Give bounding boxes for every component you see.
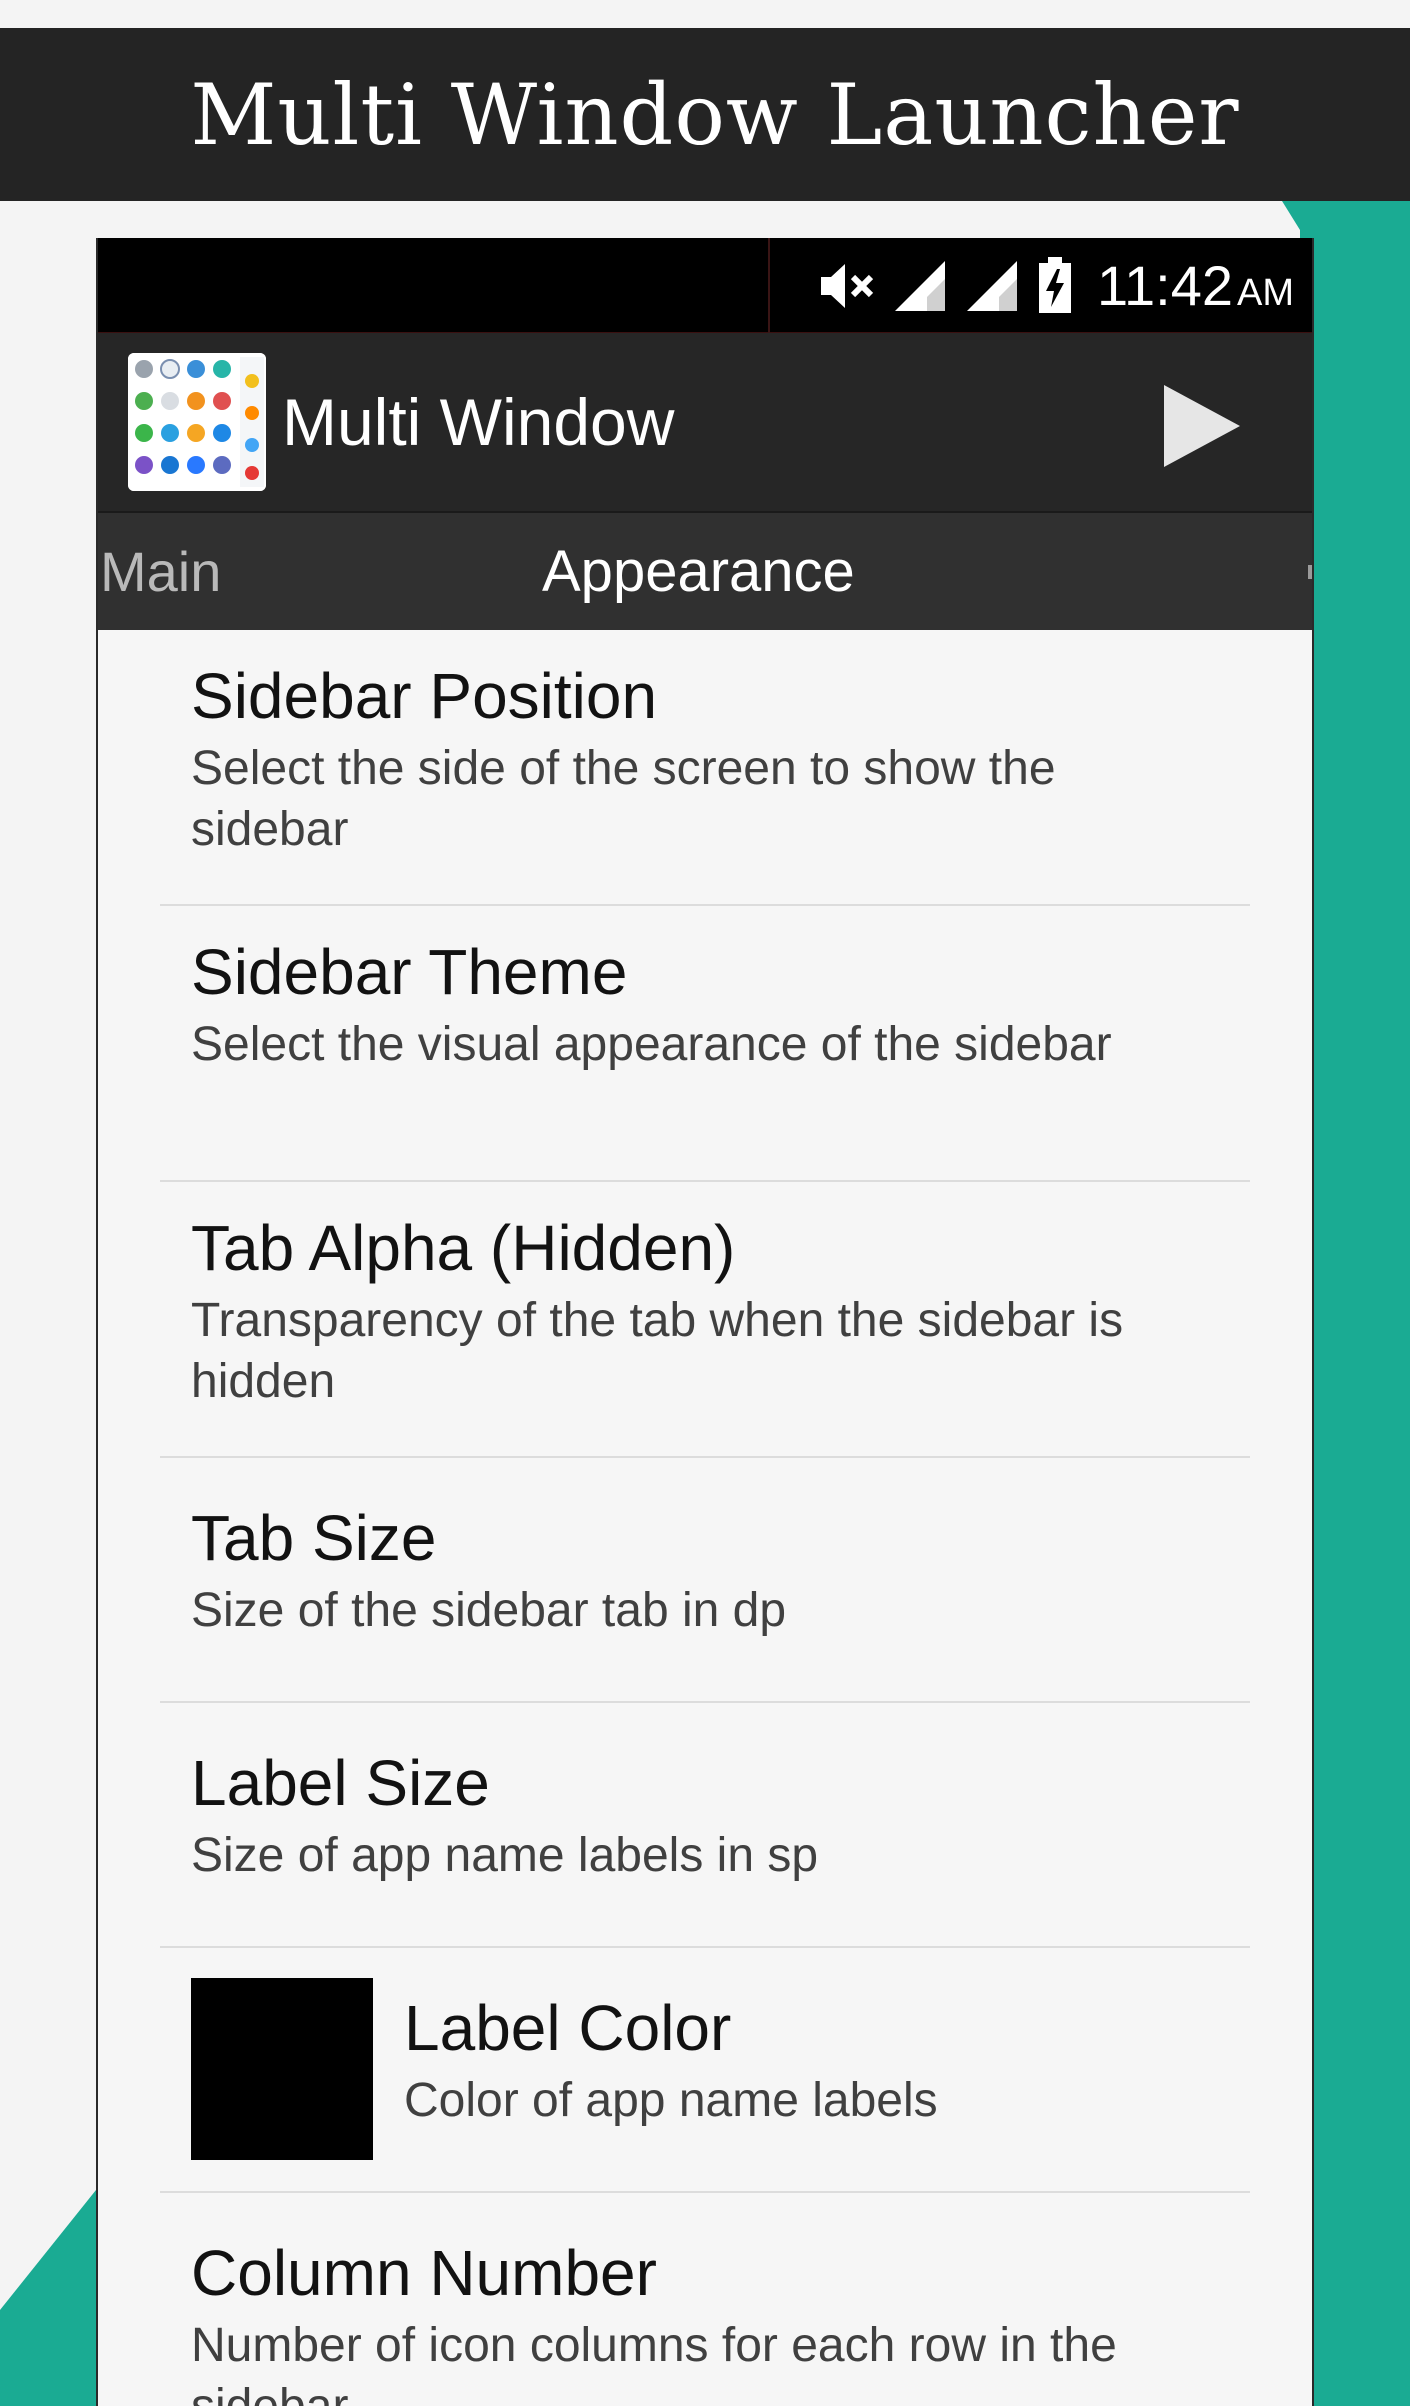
pref-tab-alpha[interactable]: Tab Alpha (Hidden) Transparency of the t…	[160, 1182, 1250, 1458]
pref-title: Label Color	[404, 1992, 732, 2064]
pref-summary: Size of the sidebar tab in dp	[191, 1584, 787, 1637]
phone-screen: 11:42 AM Multi Window Main Appearance Si…	[96, 238, 1314, 2406]
signal-icon	[895, 260, 946, 311]
status-icons: 11:42 AM	[817, 238, 1294, 333]
app-launcher-icon[interactable]	[128, 353, 266, 491]
pref-title: Column Number	[191, 2237, 657, 2309]
promo-banner: Multi Window Launcher	[0, 28, 1410, 201]
status-time: 11:42 AM	[1097, 254, 1294, 317]
banner-title: Multi Window Launcher	[190, 65, 1240, 164]
pref-title: Tab Alpha (Hidden)	[191, 1212, 736, 1284]
status-bar: 11:42 AM	[98, 238, 1312, 333]
pref-summary: Color of app name labels	[404, 2074, 938, 2127]
pref-title: Sidebar Position	[191, 660, 658, 732]
action-bar: Multi Window	[98, 333, 1312, 513]
app-grid-icon	[128, 353, 266, 491]
pref-title: Label Size	[191, 1747, 490, 1819]
battery-charging-icon	[1039, 256, 1072, 313]
mute-icon	[821, 263, 874, 308]
app-title: Multi Window	[282, 385, 675, 459]
tab-appearance[interactable]: Appearance	[542, 513, 855, 630]
signal-icon	[967, 260, 1018, 311]
pref-summary: Select the side of the screen to show th…	[191, 742, 1056, 856]
pref-sidebar-position[interactable]: Sidebar Position Select the side of the …	[160, 630, 1250, 906]
status-ampm: AM	[1237, 272, 1294, 314]
pref-sidebar-theme[interactable]: Sidebar Theme Select the visual appearan…	[160, 906, 1250, 1182]
tab-main[interactable]: Main	[100, 513, 221, 630]
pref-summary: Number of icon columns for each row in t…	[191, 2319, 1117, 2406]
play-icon[interactable]	[1162, 383, 1242, 469]
status-divider	[768, 238, 770, 333]
preference-list: Sidebar Position Select the side of the …	[98, 630, 1312, 2406]
pref-tab-size[interactable]: Tab Size Size of the sidebar tab in dp	[160, 1458, 1250, 1703]
pref-summary: Size of app name labels in sp	[191, 1829, 819, 1882]
pref-summary: Transparency of the tab when the sidebar…	[191, 1294, 1124, 1408]
pref-label-size[interactable]: Label Size Size of app name labels in sp	[160, 1703, 1250, 1948]
pref-column-number[interactable]: Column Number Number of icon columns for…	[160, 2193, 1250, 2406]
tab-overflow-indicator	[1308, 565, 1312, 579]
color-swatch	[191, 1978, 373, 2160]
pref-summary: Select the visual appearance of the side…	[191, 1018, 1112, 1071]
tab-bar: Main Appearance	[98, 513, 1312, 630]
pref-title: Tab Size	[191, 1502, 437, 1574]
pref-label-color[interactable]: Label Color Color of app name labels	[160, 1948, 1250, 2193]
pref-title: Sidebar Theme	[191, 936, 628, 1008]
